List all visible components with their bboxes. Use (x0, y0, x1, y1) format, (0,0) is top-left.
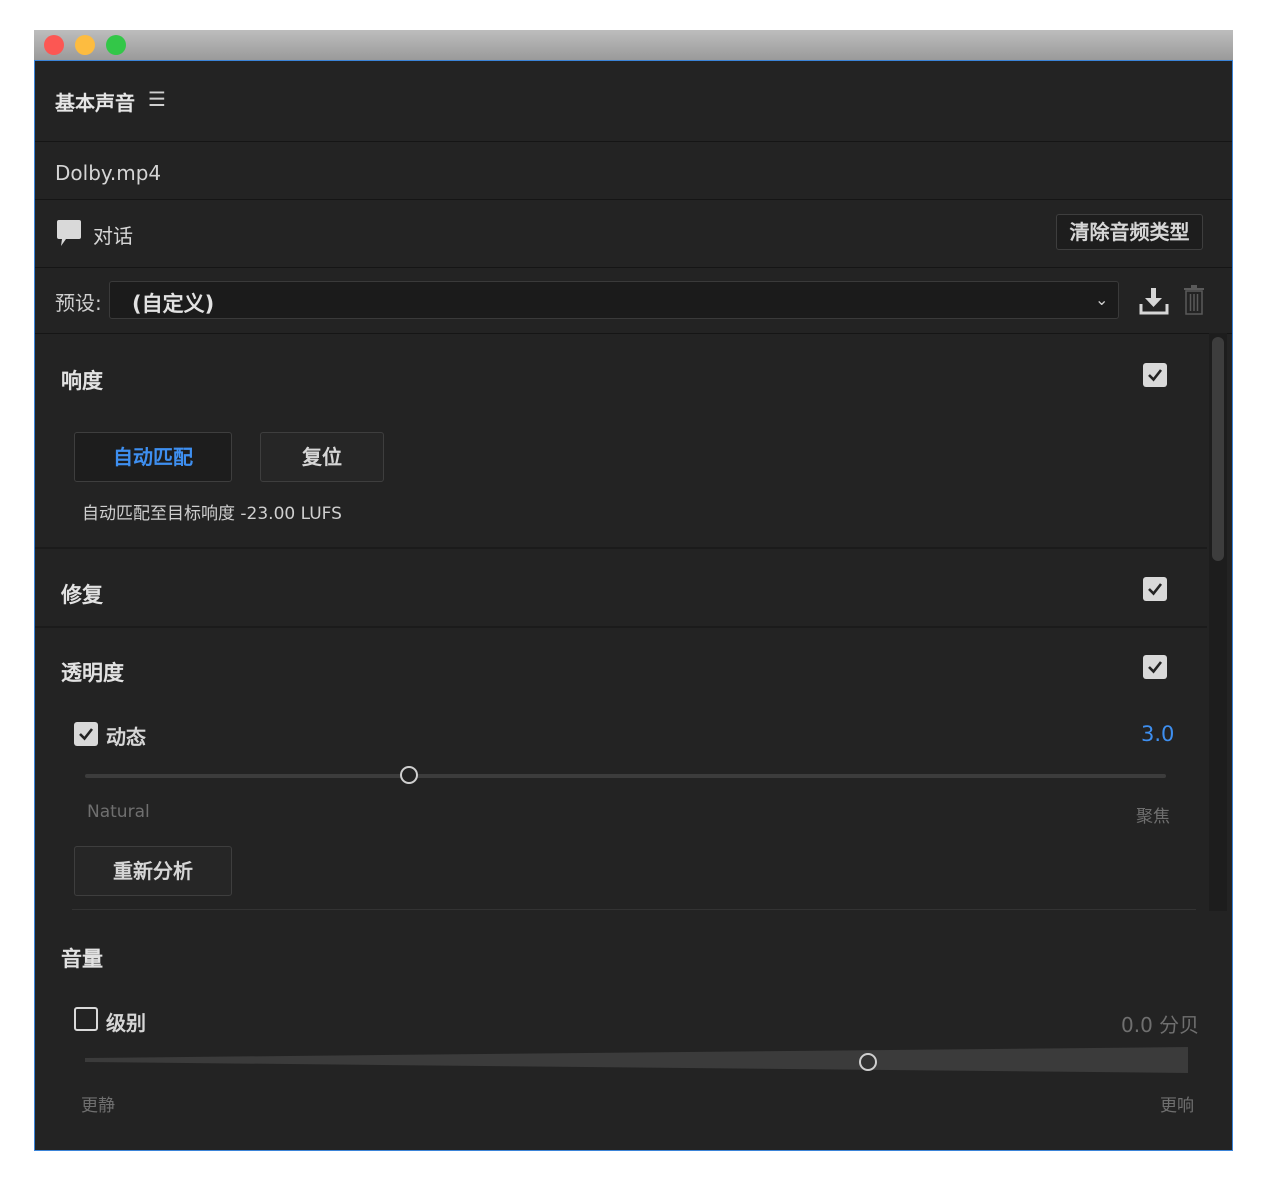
preset-dropdown[interactable]: (自定义) ⌄ (109, 281, 1119, 319)
level-min-label: 更静 (81, 1096, 115, 1116)
download-icon[interactable] (1139, 287, 1169, 315)
level-label: 级别 (106, 1011, 146, 1035)
reset-button[interactable]: 复位 (260, 432, 384, 482)
preset-label: 预设: (55, 291, 102, 315)
reanalyze-button[interactable]: 重新分析 (74, 846, 232, 896)
audio-type-label: 对话 (93, 224, 133, 248)
level-max-label: 更响 (1160, 1096, 1194, 1116)
dynamics-value[interactable]: 3.0 (1141, 722, 1174, 746)
clear-audio-type-button[interactable]: 清除音频类型 (1056, 214, 1203, 250)
level-checkbox[interactable] (74, 1007, 98, 1031)
speech-bubble-icon (57, 220, 81, 246)
preset-divider (35, 333, 1232, 334)
preset-value: (自定义) (132, 292, 215, 316)
level-slider-thumb[interactable] (858, 1053, 877, 1071)
level-slider-track[interactable] (85, 1047, 1188, 1073)
audio-type-divider (35, 267, 1232, 268)
file-divider (35, 199, 1232, 200)
repair-divider (35, 626, 1207, 628)
panel-title: 基本声音 (55, 91, 135, 115)
chevron-down-icon: ⌄ (1095, 290, 1109, 309)
loudness-title: 响度 (61, 369, 103, 393)
header-divider (35, 141, 1232, 142)
dynamics-max-label: 聚焦 (1136, 807, 1170, 827)
volume-title: 音量 (61, 947, 103, 971)
auto-match-label: 自动匹配 (113, 445, 193, 469)
title-bar (34, 30, 1233, 60)
file-name: Dolby.mp4 (55, 161, 162, 185)
trash-icon[interactable] (1183, 285, 1205, 315)
repair-title: 修复 (61, 583, 103, 607)
app-window: 基本声音 ☰ Dolby.mp4 对话 清除音频类型 预设: (自定义) ⌄ 响… (34, 30, 1233, 1151)
dynamics-checkbox[interactable] (74, 722, 98, 746)
zoom-window-button[interactable] (106, 35, 126, 55)
loudness-checkbox[interactable] (1143, 363, 1167, 387)
hamburger-icon[interactable]: ☰ (148, 87, 166, 111)
clarity-divider (72, 909, 1196, 910)
loudness-divider (35, 547, 1207, 549)
close-window-button[interactable] (44, 35, 64, 55)
clarity-title: 透明度 (61, 661, 124, 685)
clarity-checkbox[interactable] (1143, 655, 1167, 679)
scrollbar-thumb[interactable] (1212, 337, 1224, 561)
dynamics-min-label: Natural (87, 802, 150, 822)
loudness-info: 自动匹配至目标响度 -23.00 LUFS (82, 504, 342, 524)
minimize-window-button[interactable] (75, 35, 95, 55)
essential-sound-panel: 基本声音 ☰ Dolby.mp4 对话 清除音频类型 预设: (自定义) ⌄ 响… (34, 60, 1233, 1151)
repair-checkbox[interactable] (1143, 577, 1167, 601)
dynamics-slider-track[interactable] (85, 774, 1166, 778)
dynamics-label: 动态 (106, 725, 146, 749)
level-value[interactable]: 0.0 分贝 (1121, 1009, 1199, 1038)
auto-match-button[interactable]: 自动匹配 (74, 432, 232, 482)
dynamics-slider-thumb[interactable] (399, 766, 418, 784)
